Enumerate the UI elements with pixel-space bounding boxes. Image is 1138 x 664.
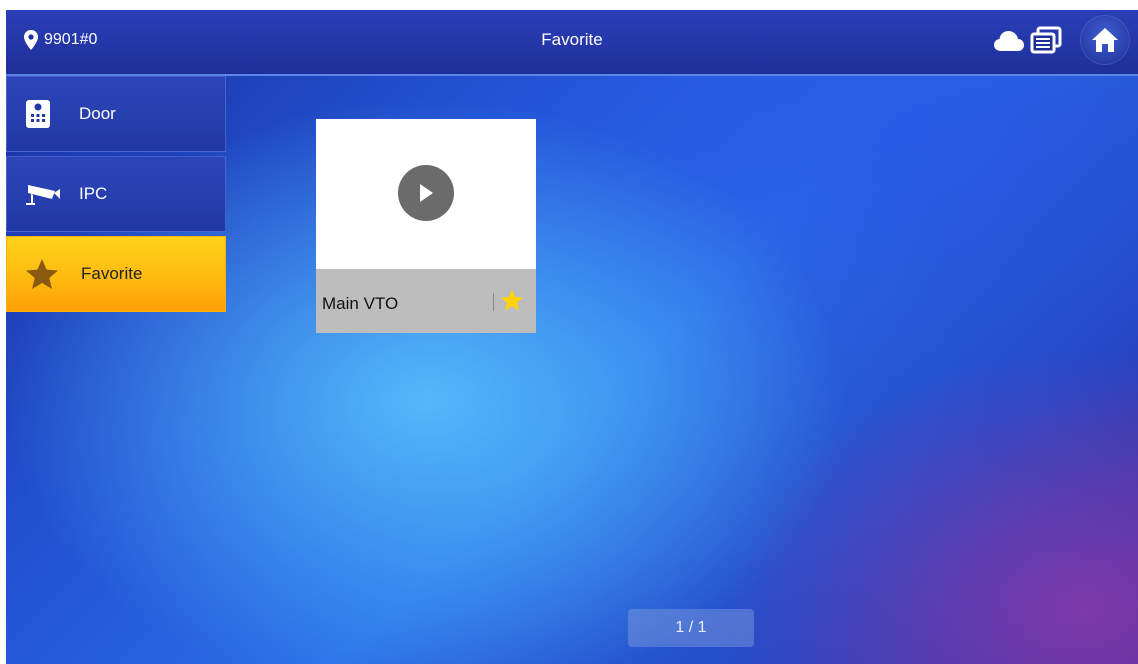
page-indicator: 1 / 1 bbox=[628, 609, 754, 647]
cloud-icon[interactable] bbox=[993, 30, 1025, 52]
star-icon bbox=[26, 259, 58, 289]
sidebar: Door IPC Favorite bbox=[6, 76, 228, 316]
play-button[interactable] bbox=[398, 165, 454, 221]
top-bar: 9901#0 Favorite bbox=[6, 10, 1138, 76]
screens-icon[interactable] bbox=[1030, 25, 1064, 57]
sidebar-item-label: IPC bbox=[79, 184, 108, 203]
sidebar-item-label: Favorite bbox=[81, 264, 143, 283]
home-icon bbox=[1092, 28, 1118, 52]
page-title: Favorite bbox=[541, 30, 603, 49]
monitor-screen: 9901#0 Favorite Door IPC Favorite Main V… bbox=[6, 10, 1138, 664]
sidebar-item-ipc[interactable]: IPC bbox=[6, 156, 226, 232]
sidebar-item-door[interactable]: Door bbox=[6, 76, 226, 152]
sidebar-item-label: Door bbox=[79, 104, 116, 123]
home-button[interactable] bbox=[1081, 16, 1129, 64]
card-footer: Main VTO bbox=[316, 269, 536, 333]
door-station-icon bbox=[26, 100, 50, 128]
favorite-star-icon[interactable] bbox=[500, 289, 524, 311]
camera-icon bbox=[26, 185, 60, 205]
play-icon bbox=[420, 184, 433, 202]
divider bbox=[493, 293, 494, 311]
favorite-card[interactable]: Main VTO bbox=[316, 119, 536, 333]
sidebar-item-favorite[interactable]: Favorite bbox=[6, 236, 226, 312]
device-name: Main VTO bbox=[322, 294, 399, 313]
